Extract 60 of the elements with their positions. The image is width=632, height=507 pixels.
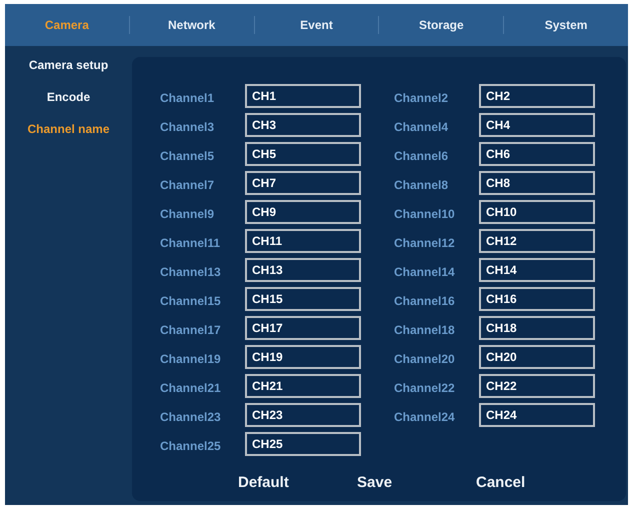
channel-label: Channel14 bbox=[394, 264, 456, 280]
channel-label: Channel11 bbox=[160, 234, 222, 252]
channel-name-field[interactable]: CH19 bbox=[245, 345, 361, 369]
channel-label: Channel23 bbox=[160, 408, 222, 426]
channel-label: Channel5 bbox=[160, 148, 216, 164]
channel-label: Channel2 bbox=[394, 90, 450, 106]
tab[interactable]: Storage bbox=[379, 4, 504, 46]
channel-label: Channel8 bbox=[394, 176, 450, 194]
channel-label: Channel12 bbox=[394, 234, 456, 252]
channel-label: Channel20 bbox=[394, 350, 456, 368]
channel-name-field[interactable]: CH12 bbox=[479, 229, 595, 253]
channel-label: Channel13 bbox=[160, 264, 222, 280]
channel-label: Channel17 bbox=[160, 322, 222, 338]
channel-label: Channel9 bbox=[160, 206, 216, 222]
channel-label: Channel10 bbox=[394, 206, 456, 222]
channel-label: Channel16 bbox=[394, 292, 456, 310]
sidebar-item[interactable]: Camera setup bbox=[28, 56, 108, 75]
action-button[interactable]: Save bbox=[357, 472, 476, 494]
channel-label: Channel18 bbox=[394, 322, 456, 338]
channel-label: Channel21 bbox=[160, 380, 222, 396]
channel-name-field[interactable]: CH13 bbox=[245, 258, 361, 282]
action-button[interactable]: Cancel bbox=[476, 472, 595, 494]
channel-name-field[interactable]: CH25 bbox=[245, 432, 361, 456]
channel-name-field[interactable]: CH20 bbox=[479, 345, 595, 369]
channel-name-field[interactable]: CH3 bbox=[245, 113, 361, 137]
tab[interactable]: Network bbox=[130, 4, 254, 46]
channel-label: Channel19 bbox=[160, 350, 222, 368]
channel-label: Channel3 bbox=[160, 118, 216, 136]
channel-label: Channel22 bbox=[394, 380, 456, 396]
channel-name-field[interactable]: CH1 bbox=[245, 84, 361, 108]
channel-name-field[interactable]: CH5 bbox=[245, 142, 361, 166]
channel-label: Channel15 bbox=[160, 292, 222, 310]
channel-name-field[interactable]: CH21 bbox=[245, 374, 361, 398]
channel-name-field[interactable]: CH8 bbox=[479, 171, 595, 195]
channel-name-field[interactable]: CH14 bbox=[479, 258, 595, 282]
channel-name-field[interactable]: CH4 bbox=[479, 113, 595, 137]
action-button[interactable]: Default bbox=[238, 472, 357, 494]
channel-name-field[interactable]: CH16 bbox=[479, 287, 595, 311]
channel-name-field[interactable]: CH22 bbox=[479, 374, 595, 398]
channel-label: Channel25 bbox=[160, 438, 222, 454]
tab[interactable]: System bbox=[504, 4, 628, 46]
sidebar-item[interactable]: Encode bbox=[46, 88, 90, 107]
channel-name-field[interactable]: CH10 bbox=[479, 200, 595, 224]
channel-label: Channel24 bbox=[394, 408, 456, 426]
channel-label: Channel7 bbox=[160, 176, 216, 194]
channel-name-field[interactable]: CH6 bbox=[479, 142, 595, 166]
channel-name-field[interactable]: CH2 bbox=[479, 84, 595, 108]
tab[interactable]: Event bbox=[254, 4, 378, 46]
channel-label: Channel6 bbox=[394, 148, 450, 164]
channel-name-field[interactable]: CH18 bbox=[479, 316, 595, 340]
sidebar-item[interactable]: Channel name bbox=[27, 120, 110, 139]
channel-name-field[interactable]: CH24 bbox=[479, 403, 595, 427]
channel-name-field[interactable]: CH11 bbox=[245, 229, 361, 253]
channel-name-field[interactable]: CH9 bbox=[245, 200, 361, 224]
channel-name-field[interactable]: CH17 bbox=[245, 316, 361, 340]
channel-name-field[interactable]: CH15 bbox=[245, 287, 361, 311]
channel-name-field[interactable]: CH7 bbox=[245, 171, 361, 195]
channel-name-field[interactable]: CH23 bbox=[245, 403, 361, 427]
channel-label: Channel4 bbox=[394, 118, 450, 136]
channel-label: Channel1 bbox=[160, 90, 216, 106]
